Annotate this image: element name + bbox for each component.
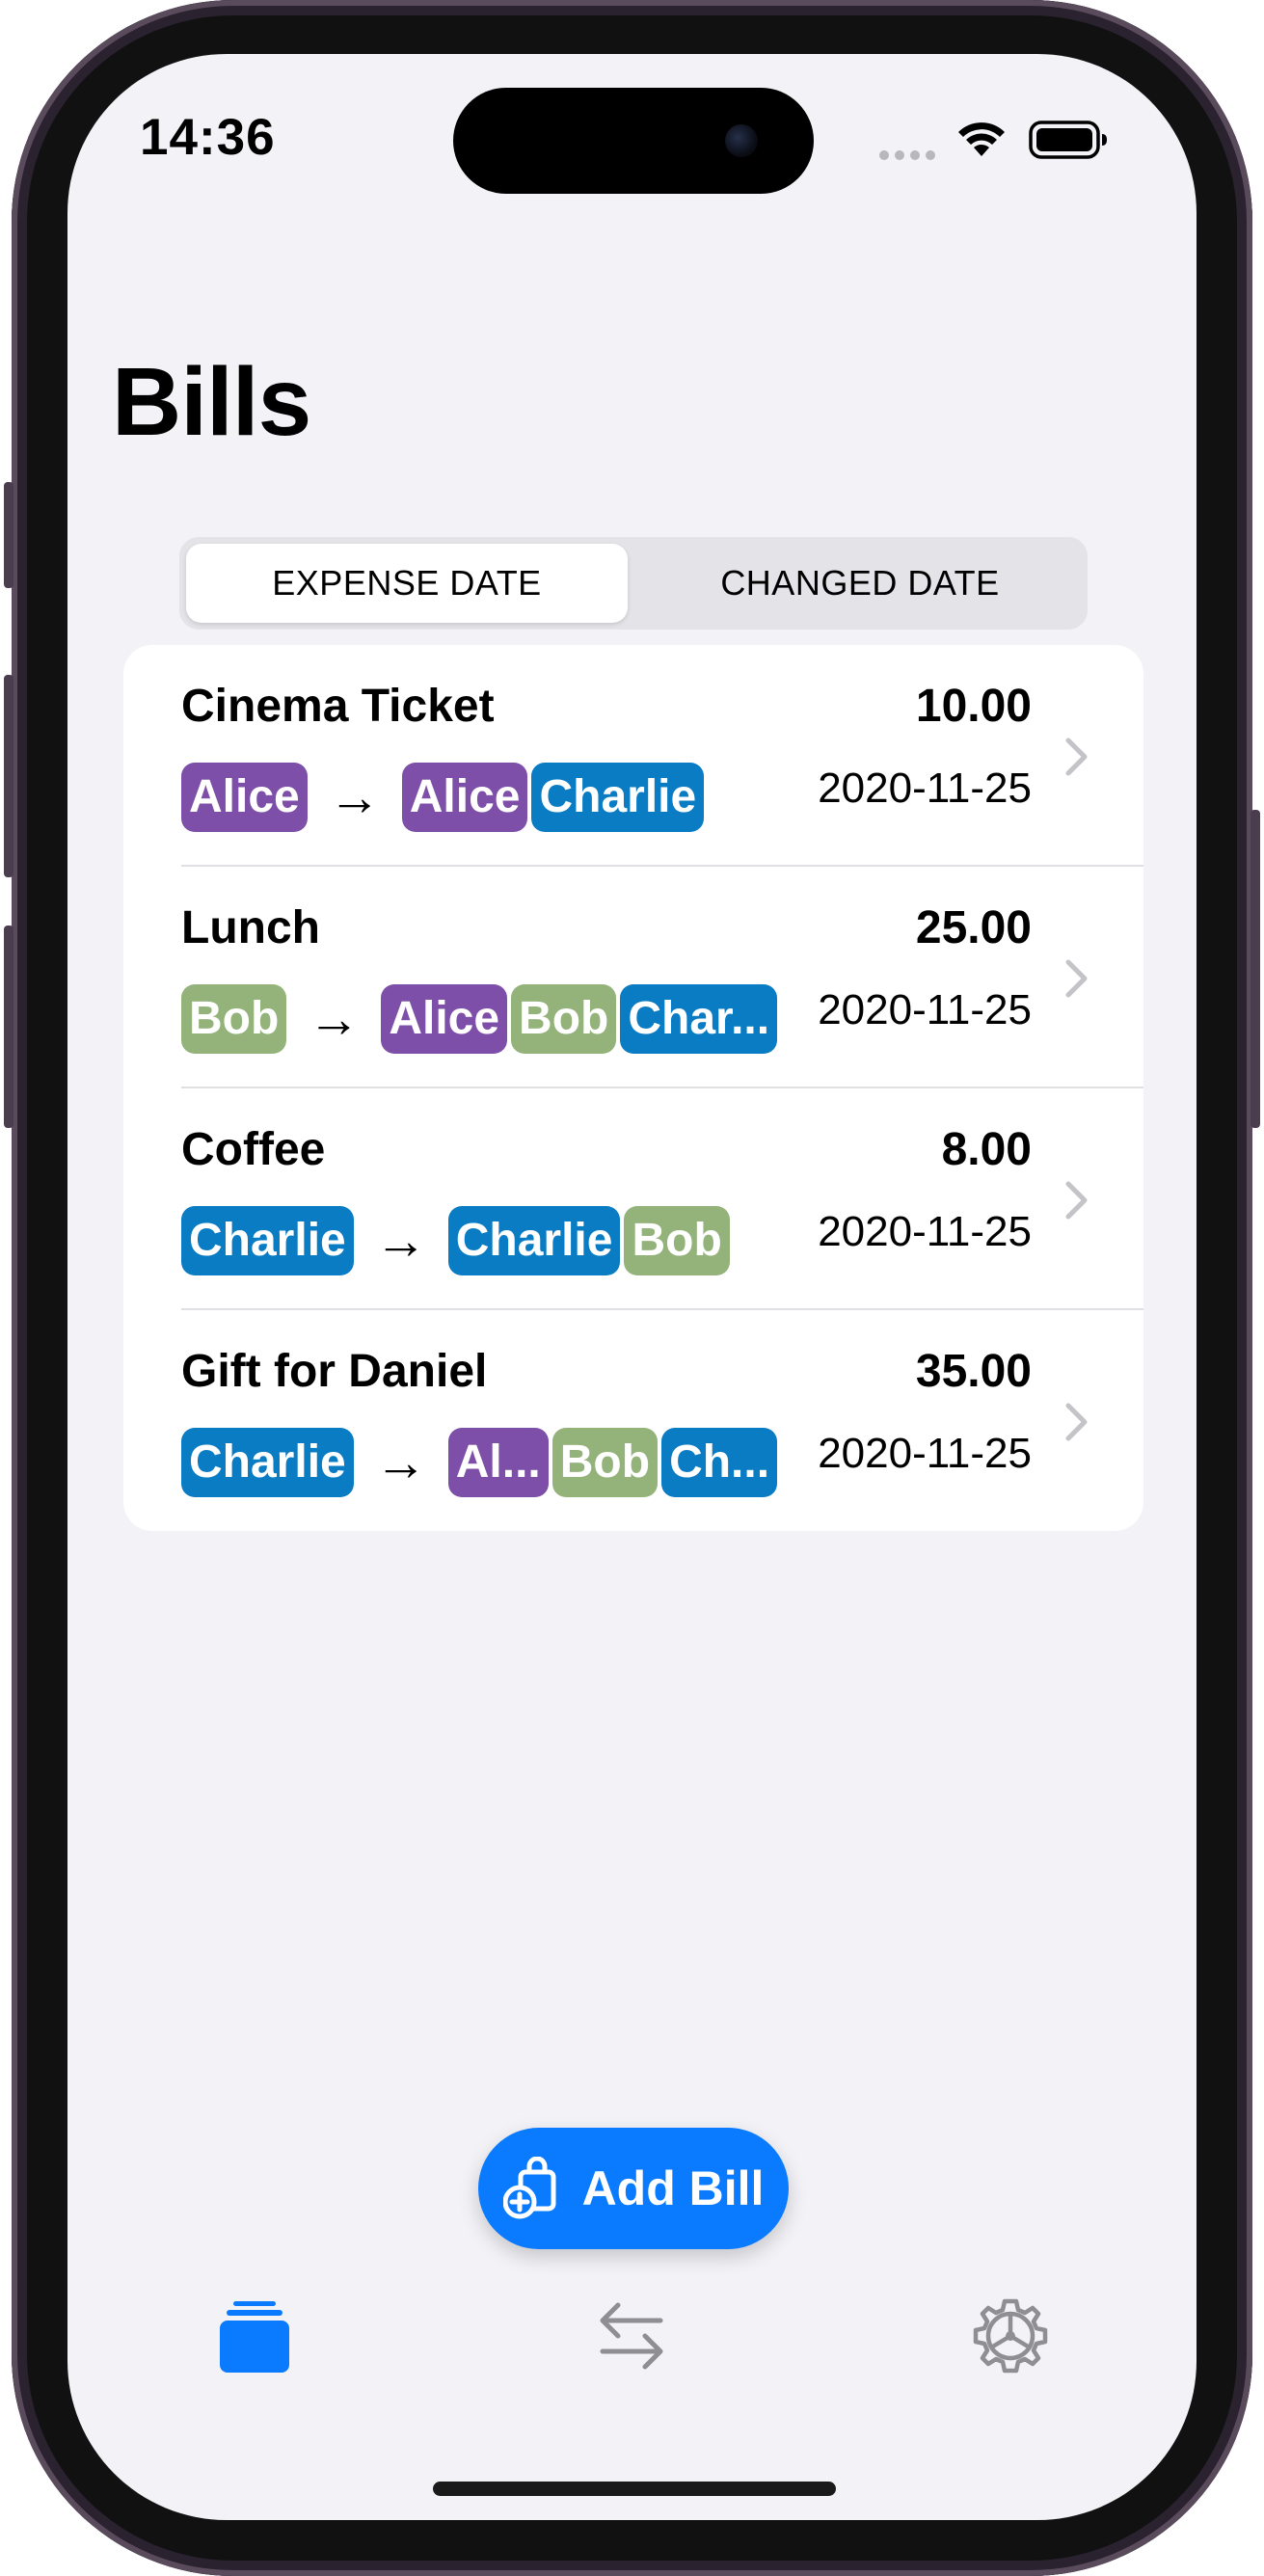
- arrow-right-icon: →: [308, 990, 361, 1048]
- chevron-right-icon: [1065, 1181, 1088, 1220]
- arrow-right-icon: →: [374, 1212, 427, 1270]
- bill-row[interactable]: Gift for Daniel 35.00 2020-11-25 Charlie → Al…: [123, 1310, 1143, 1531]
- chevron-right-icon: [1065, 1403, 1088, 1441]
- bill-people: Alice → Alice Charlie: [181, 763, 708, 832]
- payer-chip: Alice: [181, 763, 308, 832]
- participant-chip: Bob: [551, 1428, 659, 1497]
- bill-date: 2020-11-25: [818, 1430, 1032, 1477]
- bill-amount: 8.00: [941, 1124, 1032, 1175]
- bill-row[interactable]: Cinema Ticket 10.00 2020-11-25 Alice → Alice C…: [123, 645, 1143, 867]
- segment-changed-date[interactable]: CHANGED DATE: [639, 544, 1081, 623]
- bill-amount: 35.00: [915, 1346, 1032, 1397]
- action-button: [4, 482, 13, 588]
- tab-transfers[interactable]: [588, 2293, 675, 2379]
- participant-chip: Charlie: [447, 1206, 621, 1275]
- bill-name: Coffee: [181, 1124, 326, 1175]
- bill-date: 2020-11-25: [818, 986, 1032, 1033]
- bill-name: Lunch: [181, 902, 320, 953]
- arrow-right-icon: →: [328, 768, 381, 826]
- battery-icon: [1029, 121, 1107, 159]
- participant-chip: Char...: [620, 984, 778, 1054]
- bill-date: 2020-11-25: [818, 1208, 1032, 1255]
- settings-gear-icon: [973, 2298, 1048, 2374]
- bill-name: Gift for Daniel: [181, 1346, 488, 1397]
- tab-bills[interactable]: [211, 2293, 298, 2379]
- payer-chip: Charlie: [181, 1428, 354, 1497]
- bill-amount: 25.00: [915, 902, 1032, 953]
- volume-down-button: [4, 926, 13, 1128]
- bill-people: Charlie → Al... Bob Ch...: [181, 1428, 781, 1497]
- front-camera: [725, 124, 758, 157]
- page-title: Bills: [112, 348, 311, 456]
- home-indicator[interactable]: [433, 2482, 836, 2496]
- participant-chip: Bob: [624, 1206, 730, 1275]
- chevron-right-icon: [1065, 959, 1088, 998]
- bill-list: Cinema Ticket 10.00 2020-11-25 Alice → Alice C…: [123, 645, 1143, 1531]
- bill-people: Charlie → Charlie Bob: [181, 1206, 734, 1275]
- participant-chip: Alice: [381, 984, 508, 1054]
- power-button: [1251, 810, 1260, 1128]
- participant-chip: Al...: [447, 1428, 549, 1497]
- bill-date: 2020-11-25: [818, 765, 1032, 812]
- add-bill-button[interactable]: Add Bill: [478, 2128, 789, 2249]
- sort-segmented-control: EXPENSE DATE CHANGED DATE: [179, 537, 1088, 630]
- bill-row[interactable]: Lunch 25.00 2020-11-25 Bob → Alice Bob Char...: [123, 867, 1143, 1088]
- wifi-icon: [958, 122, 1005, 156]
- tab-settings[interactable]: [967, 2293, 1054, 2379]
- arrow-right-icon: →: [374, 1434, 427, 1491]
- volume-up-button: [4, 675, 13, 877]
- participant-chip: Ch...: [661, 1428, 778, 1497]
- bills-stack-icon: [220, 2301, 289, 2373]
- segment-expense-date[interactable]: EXPENSE DATE: [186, 544, 628, 623]
- participant-chip: Bob: [511, 984, 617, 1054]
- dynamic-island: [453, 88, 814, 194]
- chevron-right-icon: [1065, 738, 1088, 776]
- bag-plus-icon: [502, 2157, 556, 2219]
- participant-chip: Alice: [401, 763, 528, 832]
- transfer-arrows-icon: [600, 2302, 663, 2370]
- payer-chip: Charlie: [181, 1206, 354, 1275]
- participant-chip: Charlie: [531, 763, 705, 832]
- bill-amount: 10.00: [915, 681, 1032, 732]
- bill-people: Bob → Alice Bob Char...: [181, 984, 781, 1054]
- status-time: 14:36: [140, 109, 276, 166]
- bill-name: Cinema Ticket: [181, 681, 495, 732]
- bill-row[interactable]: Coffee 8.00 2020-11-25 Charlie → Charlie Bob: [123, 1088, 1143, 1310]
- cellular-signal-icon: [879, 150, 937, 160]
- add-bill-label: Add Bill: [581, 2161, 765, 2215]
- payer-chip: Bob: [181, 984, 287, 1054]
